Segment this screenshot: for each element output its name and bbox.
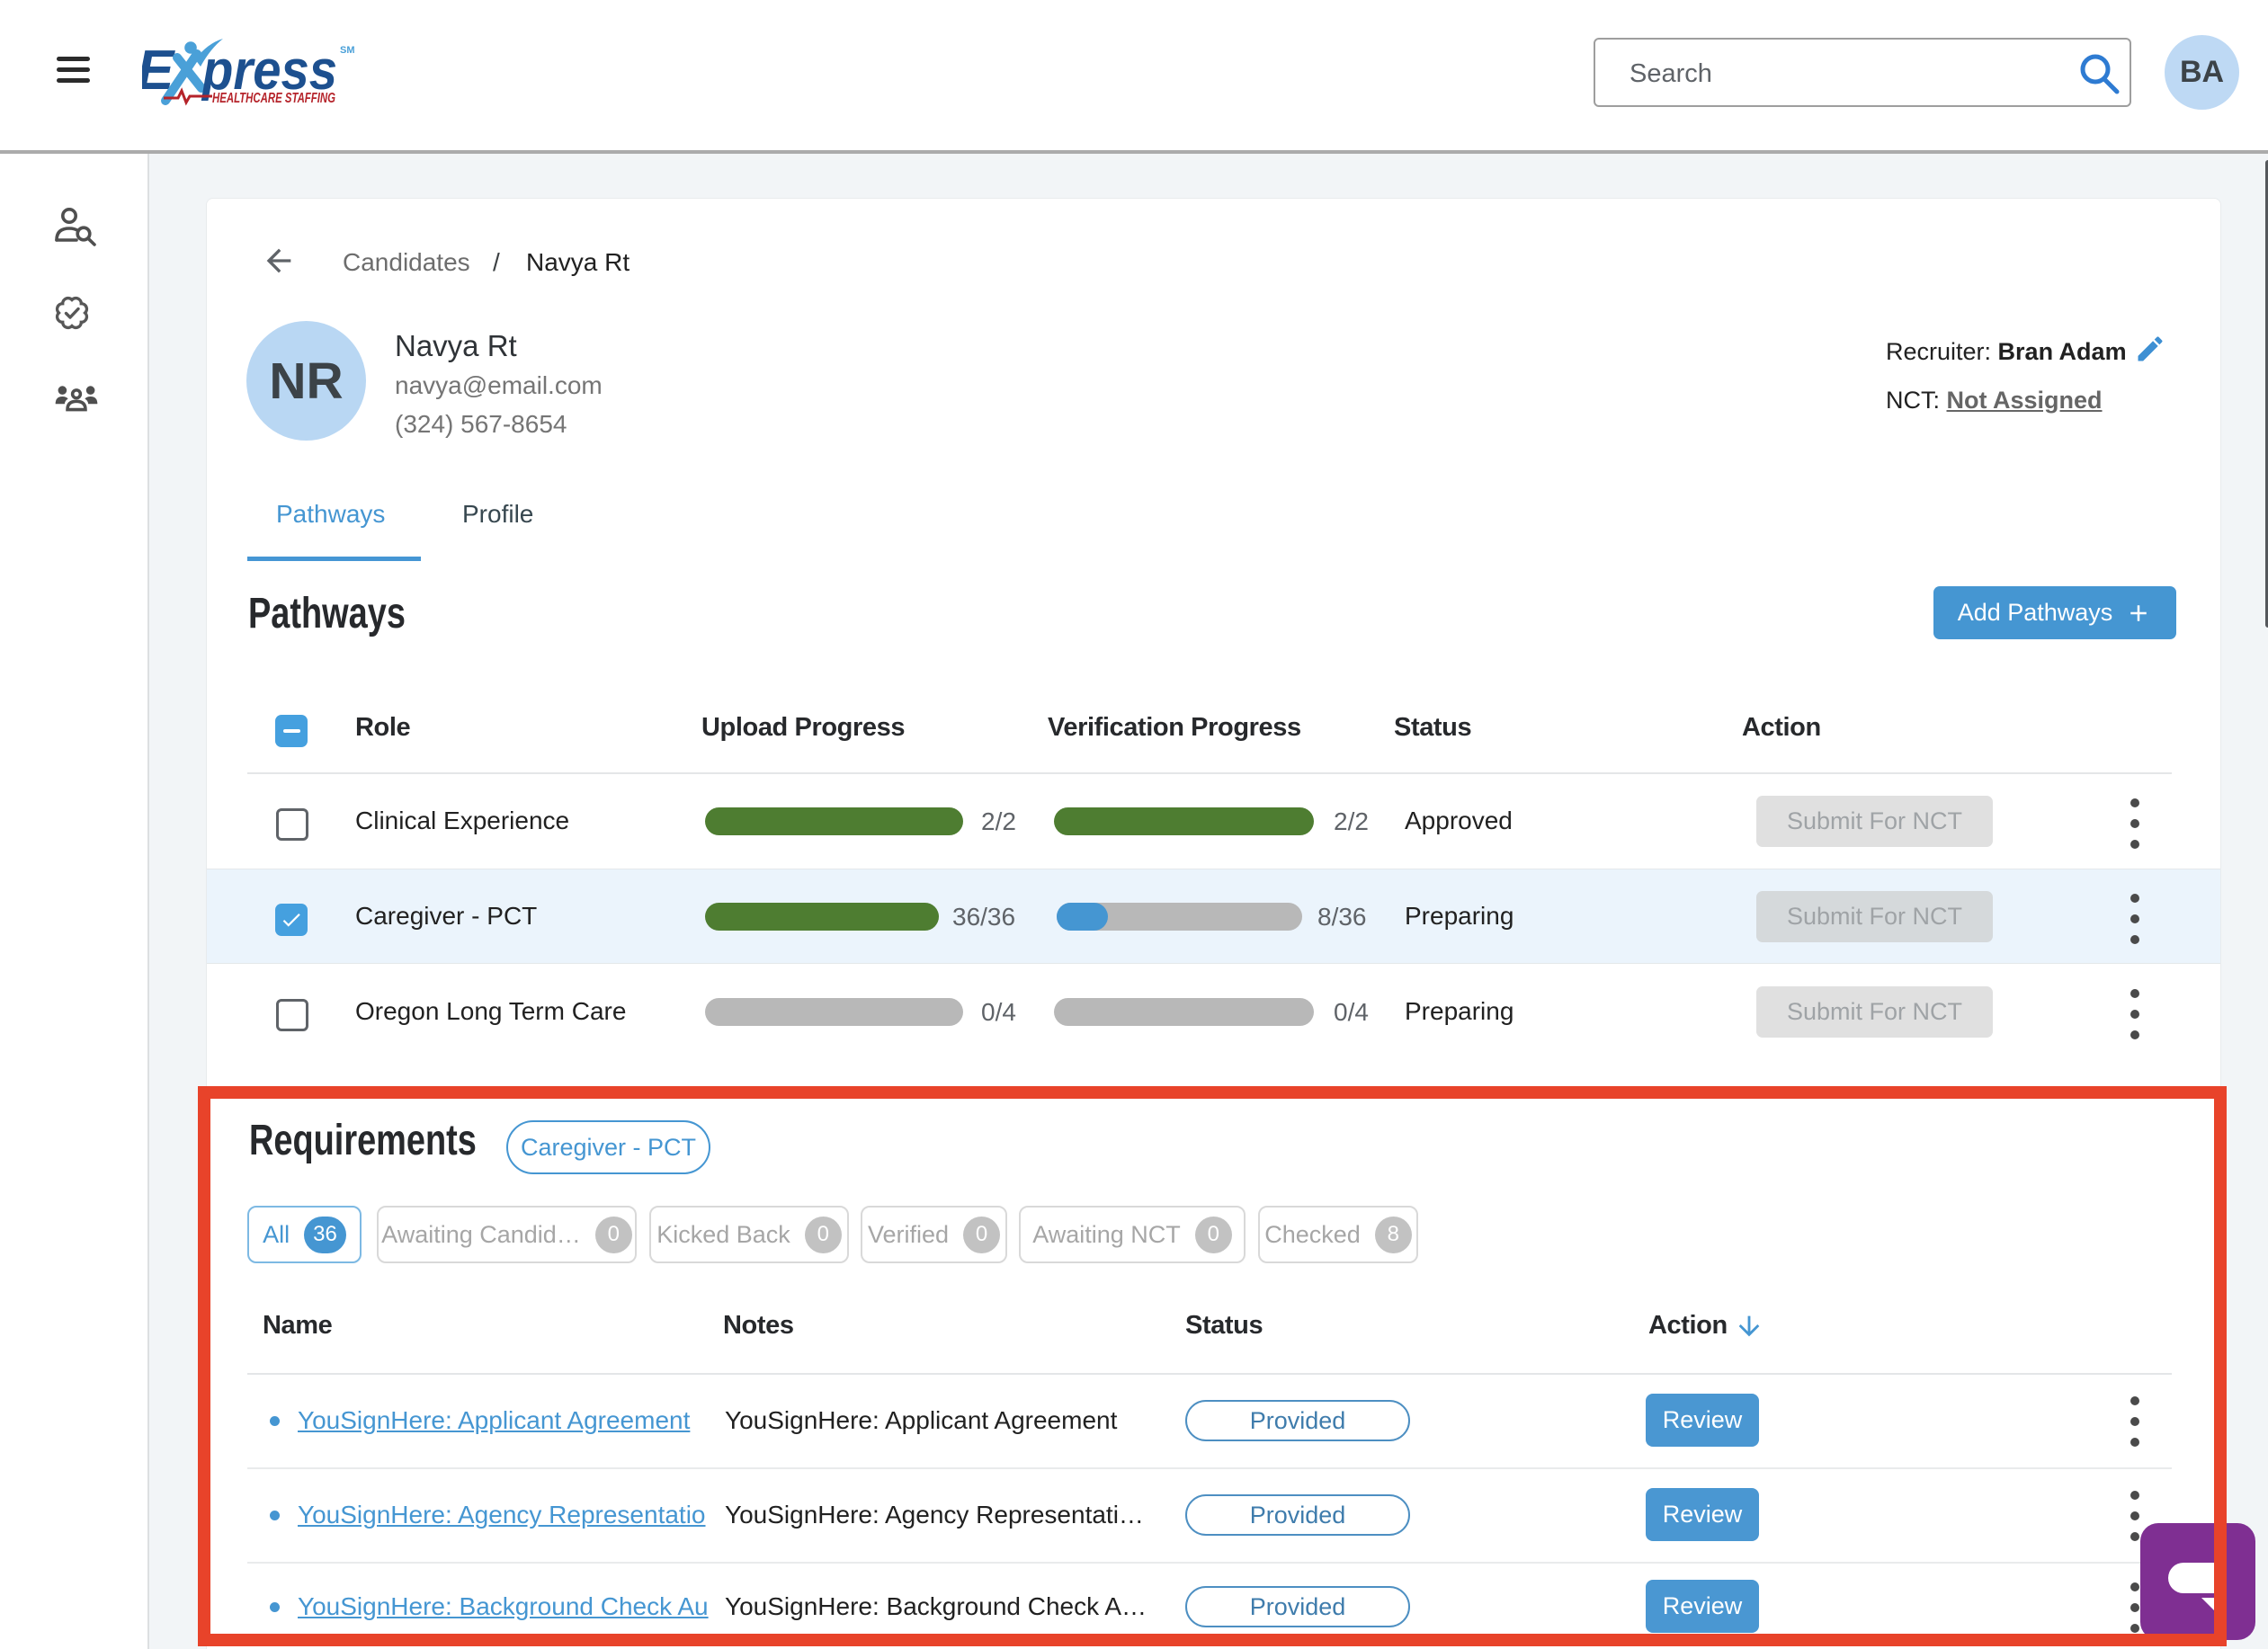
svg-text:SM: SM [340,45,355,56]
svg-text:HEALTHCARE STAFFING: HEALTHCARE STAFFING [212,91,335,106]
